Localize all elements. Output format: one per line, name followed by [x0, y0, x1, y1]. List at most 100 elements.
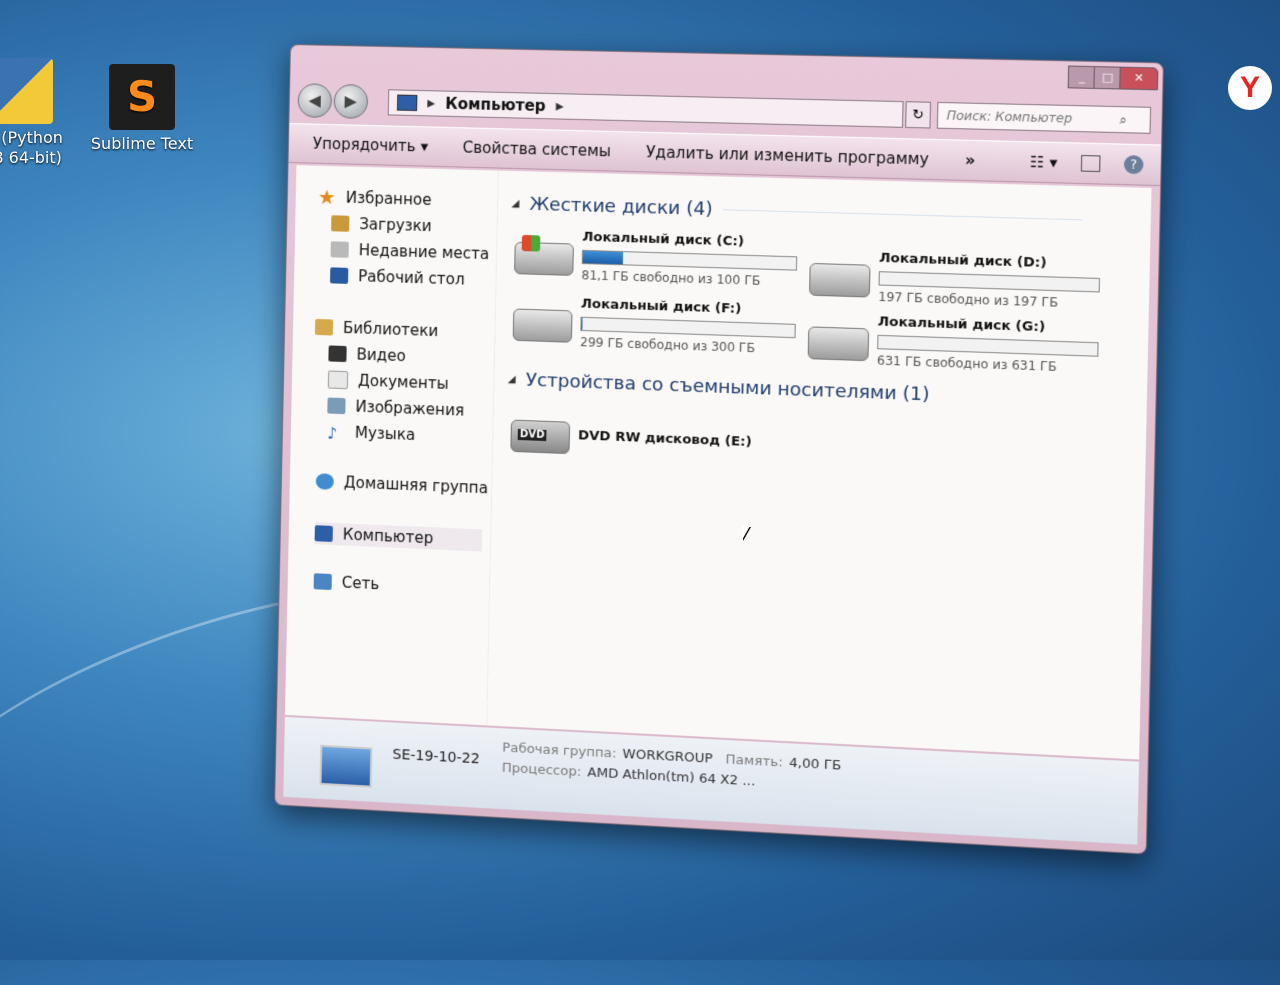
address-bar[interactable]: ▶ Компьютер ▶	[388, 89, 904, 128]
nav-label: Сеть	[342, 573, 380, 593]
nav-label: Недавние места	[359, 241, 490, 263]
collapse-triangle-icon[interactable]: ◢	[511, 198, 519, 209]
drive-name: Локальный диск (F:)	[581, 296, 742, 316]
sublime-text-icon	[109, 64, 175, 130]
downloads-folder-icon	[331, 215, 349, 232]
computer-large-icon	[319, 745, 372, 788]
drive-free-space: 299 ГБ свободно из 300 ГБ	[580, 335, 755, 355]
hard-drive-icon	[808, 326, 870, 361]
nav-desktop[interactable]: Рабочий стол	[330, 266, 465, 288]
nav-label: Компьютер	[343, 525, 434, 547]
nav-label: Изображения	[355, 398, 464, 420]
group-divider	[723, 209, 1082, 220]
computer-icon	[315, 525, 333, 542]
group-header-hard-drives[interactable]: ◢ Жесткие диски (4)	[511, 193, 1082, 231]
drive-usage-bar	[580, 317, 796, 338]
search-input[interactable]	[944, 107, 1119, 128]
drive-dvd-e[interactable]: DVD DVD RW дисковод (E:)	[510, 405, 800, 481]
nav-label: Библиотеки	[343, 319, 439, 340]
desktop-icon	[330, 267, 348, 284]
drive-name: Локальный диск (D:)	[879, 251, 1047, 272]
minimize-button[interactable]: _	[1068, 66, 1096, 89]
explorer-window: _ □ ✕ ◀ ▶ ▶ Компьютер ▶ ↻ ⌕ Упорядочить …	[274, 44, 1164, 855]
group-title: Жесткие диски (4)	[529, 194, 713, 220]
chevron-right-icon[interactable]: ▶	[427, 98, 435, 109]
nav-computer[interactable]: Компьютер	[315, 522, 483, 551]
drive-c[interactable]: Локальный диск (C:) 81,1 ГБ свободно из …	[514, 228, 804, 302]
nav-favorites[interactable]: ★ Избранное	[318, 188, 432, 209]
desktop-icon-python[interactable]: LE (Python 3.8 64-bit)	[0, 58, 80, 168]
nav-pictures[interactable]: Изображения	[327, 396, 464, 419]
nav-label: Загрузки	[359, 215, 432, 235]
windows-drive-icon	[514, 242, 574, 276]
refresh-button[interactable]: ↻	[905, 101, 931, 128]
drive-name: Локальный диск (C:)	[582, 230, 744, 250]
cpu-label: Процессор:	[502, 761, 582, 780]
desktop-icon-sublime[interactable]: Sublime Text	[82, 64, 202, 154]
system-properties-button[interactable]: Свойства системы	[462, 138, 611, 160]
computer-name: SE-19-10-22	[392, 747, 480, 768]
view-options-icon[interactable]: ☷ ▾	[1030, 153, 1058, 172]
libraries-icon	[315, 319, 333, 336]
drive-free-space: 81,1 ГБ свободно из 100 ГБ	[581, 268, 760, 288]
yandex-browser-icon[interactable]: Y	[1228, 66, 1272, 110]
search-box[interactable]: ⌕	[937, 102, 1151, 134]
nav-music[interactable]: ♪ Музыка	[327, 423, 416, 445]
drive-usage-fill	[581, 318, 582, 330]
organize-button[interactable]: Упорядочить ▾	[313, 135, 429, 156]
hard-drive-icon	[513, 308, 573, 342]
nav-homegroup[interactable]: Домашняя группа	[316, 472, 489, 497]
memory-value: 4,00 ГБ	[789, 756, 842, 774]
python-icon	[0, 58, 53, 124]
workgroup-value: WORKGROUP	[622, 747, 713, 767]
nav-label: Видео	[356, 345, 405, 365]
nav-downloads[interactable]: Загрузки	[331, 214, 432, 235]
nav-label: Домашняя группа	[344, 473, 489, 497]
collapse-triangle-icon[interactable]: ◢	[508, 374, 516, 385]
desktop-icon-label: Sublime Text	[82, 134, 202, 154]
recent-places-icon	[331, 241, 349, 258]
content-area: ★ Избранное Загрузки Недавние места Рабо…	[285, 165, 1152, 759]
uninstall-program-button[interactable]: Удалить или изменить программу	[646, 143, 929, 169]
hard-drive-icon	[809, 263, 871, 298]
search-icon[interactable]: ⌕	[1119, 112, 1127, 128]
drive-f[interactable]: Локальный диск (F:) 299 ГБ свободно из 3…	[512, 294, 802, 369]
mouse-pointer-icon	[742, 526, 750, 540]
more-commands-button[interactable]: »	[965, 151, 976, 170]
drive-usage-bar	[582, 250, 798, 271]
maximize-button[interactable]: □	[1093, 66, 1121, 89]
close-button[interactable]: ✕	[1119, 67, 1158, 91]
chevron-right-icon[interactable]: ▶	[556, 101, 564, 112]
navigation-pane: ★ Избранное Загрузки Недавние места Рабо…	[285, 165, 499, 725]
dvd-badge: DVD	[518, 429, 547, 441]
drive-usage-fill	[583, 251, 623, 264]
drive-free-space: 197 ГБ свободно из 197 ГБ	[878, 290, 1058, 310]
desktop-icon-label: LE (Python 3.8 64-bit)	[0, 128, 80, 168]
nav-network[interactable]: Сеть	[314, 572, 380, 593]
drive-free-space: 631 ГБ свободно из 631 ГБ	[877, 353, 1057, 374]
breadcrumb-computer[interactable]: Компьютер	[445, 95, 546, 116]
nav-libraries[interactable]: Библиотеки	[315, 318, 439, 340]
star-icon: ★	[318, 189, 336, 206]
drive-name: DVD RW дисковод (E:)	[578, 428, 752, 450]
drive-g[interactable]: Локальный диск (G:) 631 ГБ свободно из 6…	[807, 312, 1105, 388]
documents-icon	[328, 370, 348, 389]
network-icon	[314, 573, 332, 590]
computer-icon	[397, 95, 418, 112]
drive-usage-bar	[879, 271, 1100, 292]
workgroup-label: Рабочая группа:	[502, 740, 616, 761]
help-icon[interactable]: ?	[1124, 155, 1144, 174]
memory-label: Память:	[725, 752, 783, 770]
nav-label: Документы	[358, 372, 449, 393]
homegroup-icon	[316, 473, 334, 490]
nav-label: Избранное	[346, 189, 432, 209]
nav-label: Музыка	[355, 424, 416, 444]
video-icon	[328, 345, 346, 362]
nav-recent-places[interactable]: Недавние места	[331, 240, 490, 263]
back-button[interactable]: ◀	[297, 83, 332, 118]
nav-video[interactable]: Видео	[328, 344, 406, 365]
forward-button[interactable]: ▶	[333, 84, 368, 119]
nav-documents[interactable]: Документы	[328, 370, 449, 392]
preview-pane-icon[interactable]	[1081, 155, 1101, 172]
music-note-icon: ♪	[327, 424, 345, 441]
